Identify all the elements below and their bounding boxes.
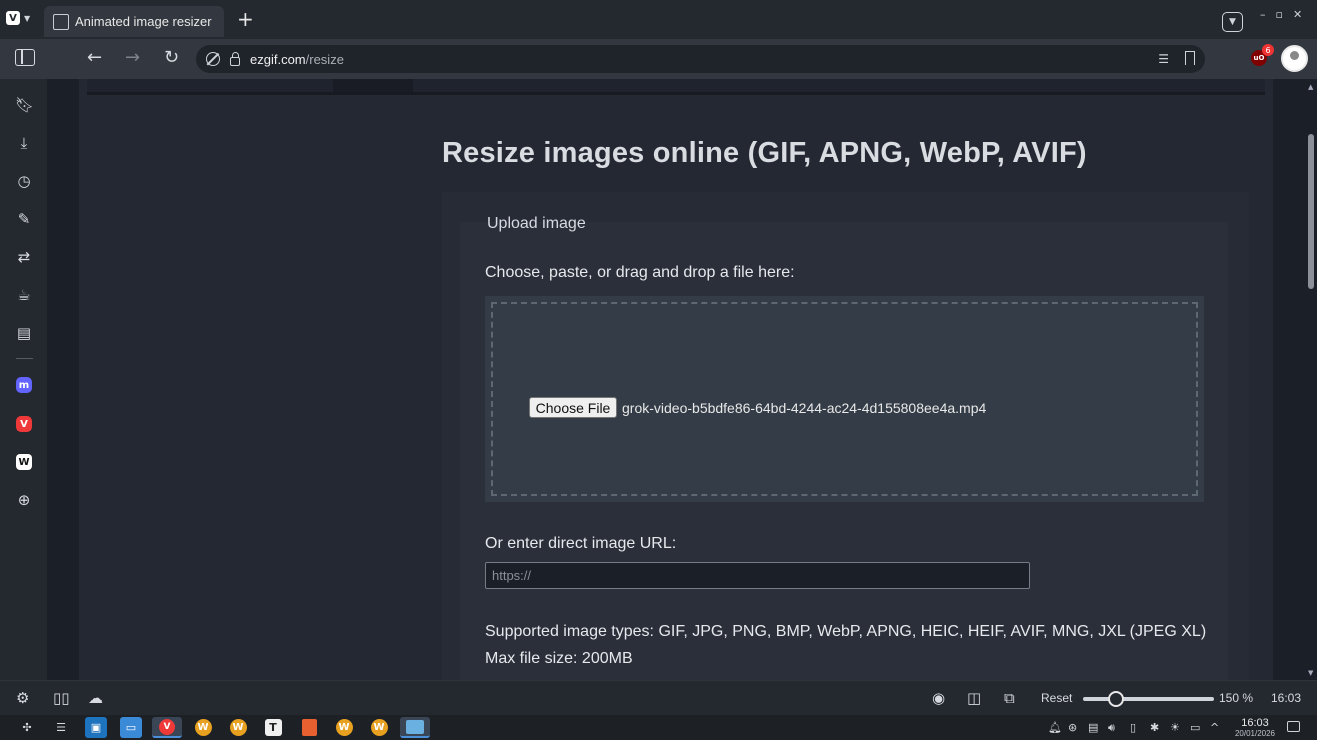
toggle-panel-icon[interactable] [15, 49, 35, 66]
taskbar-app-w4-icon[interactable]: W [368, 717, 390, 738]
bookmark-icon[interactable] [1185, 51, 1195, 65]
settings-gear-icon[interactable]: ⚙ [16, 689, 29, 707]
address-field[interactable]: ezgif.com/resize ☰ [196, 45, 1205, 73]
battery-icon[interactable]: ▯ [1130, 721, 1136, 734]
address-bar-row: ← → ↻ ezgif.com/resize ☰ uO 6 [0, 39, 1317, 79]
reader-view-icon[interactable]: ☰ [1158, 52, 1169, 66]
close-button[interactable]: ✕ [1293, 8, 1302, 21]
translate-icon[interactable]: ⇄ [15, 248, 33, 266]
maximize-button[interactable]: ▫ [1276, 8, 1283, 21]
brightness-icon[interactable]: ☀ [1170, 721, 1180, 734]
file-manager-icon[interactable]: ▭ [120, 717, 142, 738]
taskbar-time: 16:03 [1241, 717, 1269, 729]
tray-expand-icon[interactable]: ^ [1210, 721, 1219, 734]
lock-icon[interactable] [230, 51, 240, 66]
taskbar-date: 20/01/2026 [1234, 729, 1276, 738]
status-clock: 16:03 [1271, 691, 1302, 705]
supported-types-text: Supported image types: GIF, JPG, PNG, BM… [485, 623, 1207, 640]
os-taskbar: ✣ ☰ ▣ ▭ V W W T W W 🔔︎ ⊛ ▤ 🔊︎ ▯ ✱ ☀ ▭ ^ … [0, 715, 1317, 740]
back-arrow-icon[interactable]: ← [87, 48, 102, 68]
drop-zone-border: Choose File grok-video-b5bdfe86-64bd-424… [491, 302, 1198, 496]
page-actions-icon[interactable]: ⧉ [1004, 689, 1015, 707]
window-panel-icon[interactable]: ▤ [15, 324, 33, 342]
downloads-icon[interactable]: ⤓ [15, 134, 33, 152]
clipboard-icon[interactable]: ▤ [1088, 721, 1098, 734]
vivaldi-logo-icon: V [6, 11, 20, 25]
taskbar-app-icon[interactable] [298, 717, 320, 738]
profile-avatar[interactable] [1281, 45, 1308, 72]
side-panel: 🔖︎ ⤓ ◷ ✎ ⇄ ☕︎ ▤ m V W ⊕ [0, 79, 47, 680]
side-panel-divider [16, 358, 33, 359]
tracker-blocker-icon[interactable] [206, 52, 220, 66]
page-tiling-icon[interactable]: ◫ [967, 689, 981, 707]
chevron-down-icon: ▼ [24, 13, 31, 23]
zoom-slider-thumb[interactable] [1107, 691, 1124, 707]
vivaldi-menu-button[interactable]: V ▼ [6, 8, 36, 28]
capture-icon[interactable]: ◉ [932, 689, 945, 707]
notifications-icon[interactable]: 🔔︎ [1048, 721, 1062, 734]
reload-icon[interactable]: ↻ [164, 48, 179, 68]
new-tab-button[interactable]: + [237, 9, 254, 29]
taskbar-app-w2-icon[interactable]: W [227, 717, 249, 738]
site-nav-strip [87, 79, 1265, 95]
max-file-size-text: Max file size: 200MB [485, 650, 633, 667]
upload-legend: Upload image [487, 215, 586, 232]
zoom-reset-button[interactable]: Reset [1041, 691, 1072, 705]
mastodon-icon[interactable]: m [16, 377, 32, 393]
scroll-down-icon[interactable]: ▼ [1308, 669, 1313, 677]
volume-icon[interactable]: 🔊︎ [1108, 721, 1115, 735]
sync-cloud-icon[interactable]: ☁ [88, 689, 103, 707]
tab-bar: V ▼ Animated image resizer + ▼ – ▫ ✕ [0, 0, 1317, 39]
minimize-button[interactable]: – [1260, 8, 1266, 21]
zoom-slider[interactable] [1083, 691, 1214, 707]
drop-zone[interactable]: Choose File grok-video-b5bdfe86-64bd-424… [485, 296, 1204, 502]
web-page: Resize images online (GIF, APNG, WebP, A… [47, 79, 1305, 680]
bookmarks-icon[interactable]: 🔖︎ [15, 96, 34, 114]
url-text: ezgif.com/resize [250, 51, 344, 67]
vpn-icon[interactable]: ⊛ [1068, 721, 1077, 734]
wikipedia-icon[interactable]: W [16, 454, 32, 470]
image-url-label: Or enter direct image URL: [485, 535, 677, 552]
window-controls: – ▫ ✕ [1260, 8, 1302, 21]
status-bar: ⚙ ▯▯ ☁ ◉ ◫ ⧉ Reset 150 % 16:03 [0, 680, 1317, 715]
page-title: Resize images online (GIF, APNG, WebP, A… [442, 137, 1087, 169]
favicon-icon [53, 13, 69, 30]
taskbar-vivaldi[interactable]: V [152, 717, 182, 738]
extension-badge: 6 [1262, 44, 1274, 56]
vivaldi-icon[interactable]: V [16, 416, 32, 432]
taskbar-image-viewer[interactable] [400, 717, 430, 738]
history-icon[interactable]: ◷ [15, 172, 33, 190]
show-desktop-icon[interactable] [1287, 721, 1300, 732]
choose-file-label: Choose, paste, or drag and drop a file h… [485, 264, 795, 281]
store-icon[interactable]: ▣ [85, 717, 107, 738]
selected-file-name: grok-video-b5bdfe86-64bd-4244-ac24-4d155… [622, 400, 987, 416]
taskbar-app-w3-icon[interactable]: W [333, 717, 355, 738]
image-url-input[interactable] [485, 562, 1030, 589]
tile-tabs-icon[interactable]: ▯▯ [53, 689, 70, 707]
tab-title: Animated image resizer [75, 14, 212, 29]
taskbar-app-w1-icon[interactable]: W [192, 717, 214, 738]
zoom-level: 150 % [1219, 691, 1254, 705]
task-switcher-icon[interactable]: ☰ [50, 717, 72, 738]
notes-icon[interactable]: ✎ [15, 210, 33, 228]
site-nav-active-tab[interactable] [333, 79, 413, 92]
choose-file-button[interactable]: Choose File [529, 397, 617, 418]
taskbar-clock[interactable]: 16:03 20/01/2026 [1230, 718, 1280, 739]
add-panel-icon[interactable]: ⊕ [15, 491, 33, 509]
forward-arrow-icon[interactable]: → [125, 48, 140, 68]
page-scrollbar[interactable]: ▲ ▼ [1305, 79, 1317, 680]
app-launcher-icon[interactable]: ✣ [16, 717, 38, 738]
scroll-up-icon[interactable]: ▲ [1308, 83, 1313, 91]
taskbar-text-editor-icon[interactable]: T [262, 717, 284, 738]
scrollbar-thumb[interactable] [1308, 134, 1314, 289]
tab-animated-image-resizer[interactable]: Animated image resizer [44, 6, 224, 37]
tab-list-dropdown-icon[interactable]: ▼ [1222, 12, 1243, 32]
reading-list-icon[interactable]: ☕︎ [15, 286, 33, 304]
display-icon[interactable]: ▭ [1190, 721, 1200, 734]
bluetooth-icon[interactable]: ✱ [1150, 721, 1159, 734]
